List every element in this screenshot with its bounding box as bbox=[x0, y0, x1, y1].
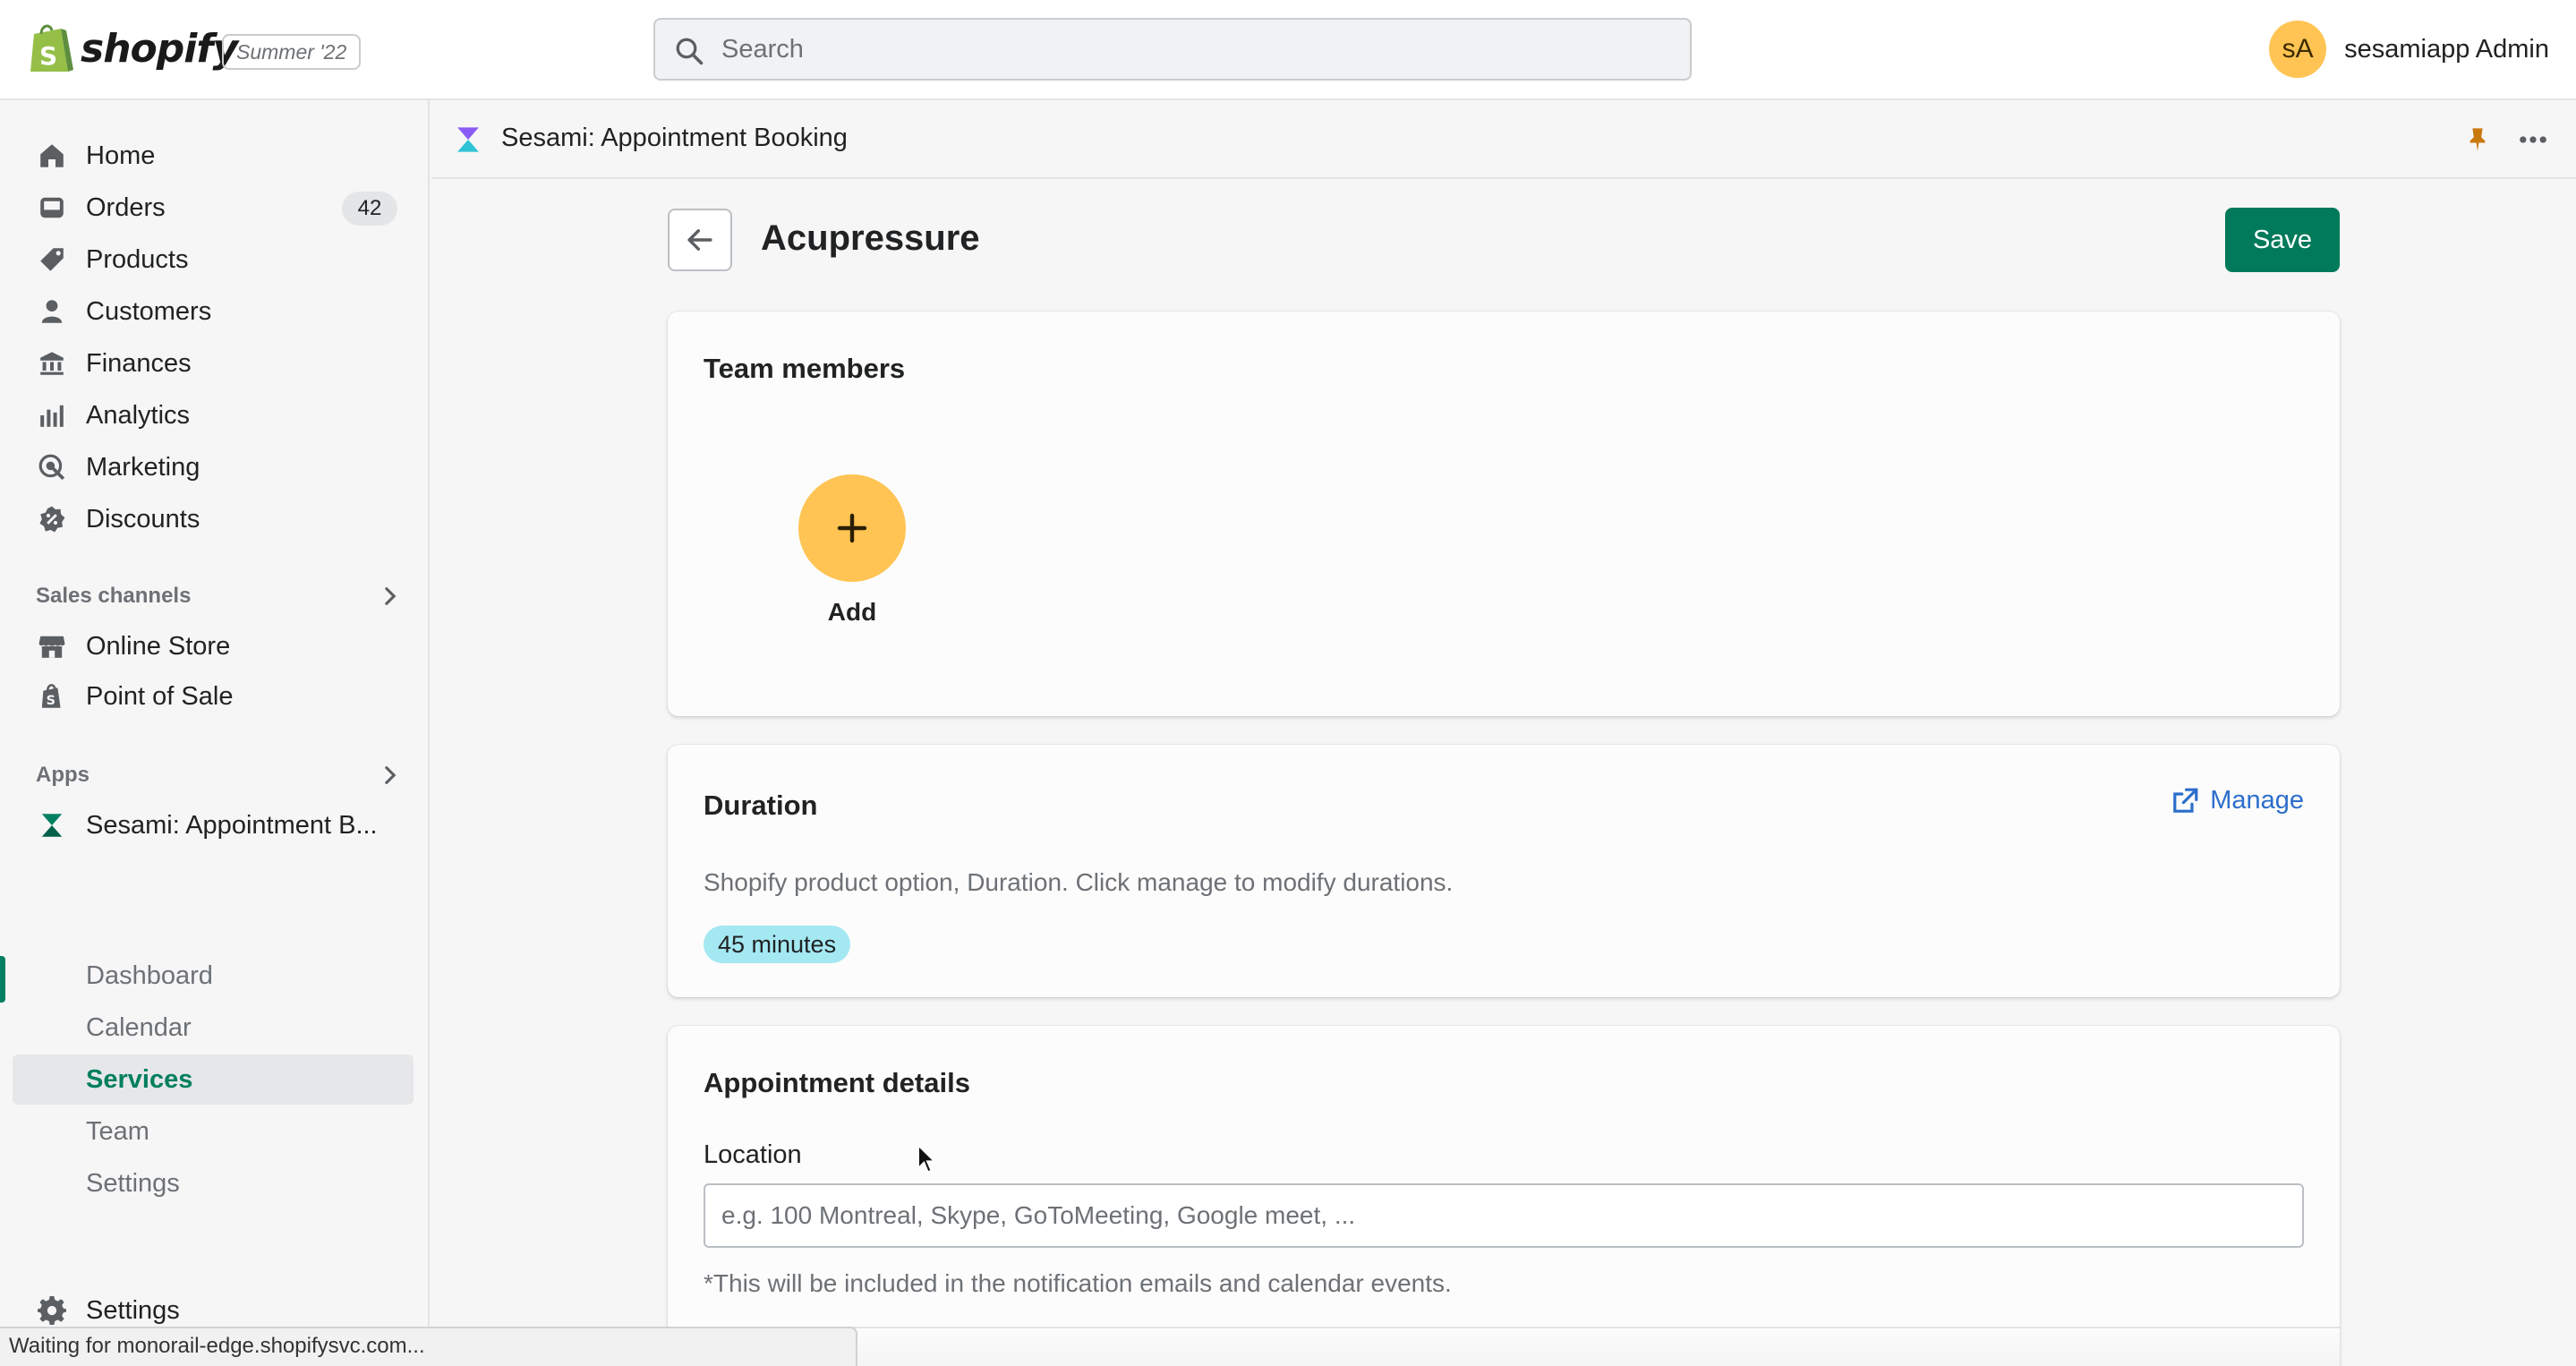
sidebar-sub-services[interactable]: Services bbox=[13, 1054, 414, 1105]
sidebar-sub-team[interactable]: Team bbox=[13, 1106, 414, 1157]
search-bar[interactable] bbox=[653, 18, 1692, 81]
arrow-left-icon bbox=[687, 229, 712, 251]
gear-icon bbox=[36, 1294, 68, 1327]
avatar[interactable]: sA bbox=[2269, 21, 2327, 78]
target-icon bbox=[36, 451, 68, 483]
sidebar-item-analytics[interactable]: Analytics bbox=[36, 392, 403, 439]
appointment-details-card: Appointment details Location *This will … bbox=[668, 1026, 2340, 1366]
sesami-hourglass-icon bbox=[36, 809, 68, 841]
manage-link[interactable]: Manage bbox=[2171, 786, 2304, 815]
external-link-icon bbox=[2173, 788, 2198, 813]
svg-text:S: S bbox=[47, 694, 55, 708]
location-input[interactable] bbox=[704, 1183, 2304, 1248]
sidebar-item-home[interactable]: Home bbox=[36, 132, 403, 179]
team-members-card: Team members Add bbox=[668, 312, 2340, 716]
sesami-hourglass-icon bbox=[453, 124, 483, 160]
chevron-right-icon bbox=[385, 766, 397, 784]
duration-tag: 45 minutes bbox=[704, 926, 851, 963]
appointment-details-title: Appointment details bbox=[704, 1067, 970, 1098]
user-name[interactable]: sesamiapp Admin bbox=[2344, 35, 2549, 64]
sidebar-item-point-of-sale[interactable]: S Point of Sale bbox=[36, 673, 403, 720]
location-label: Location bbox=[704, 1140, 802, 1169]
bar-chart-icon bbox=[36, 399, 68, 431]
sidebar-sub-dashboard[interactable]: Dashboard bbox=[13, 951, 414, 1001]
duration-title: Duration bbox=[704, 790, 818, 821]
page-title: Acupressure bbox=[761, 218, 980, 258]
pin-icon[interactable] bbox=[2465, 125, 2490, 158]
orders-icon bbox=[36, 192, 68, 224]
shopify-logo[interactable]: S shopify bbox=[27, 21, 238, 75]
shopify-bag-icon: S bbox=[27, 21, 73, 75]
shopify-wordmark: shopify bbox=[81, 25, 238, 72]
chevron-right-icon bbox=[385, 587, 397, 605]
sidebar-item-customers[interactable]: Customers bbox=[36, 288, 403, 335]
user-menu[interactable]: sA sesamiapp Admin bbox=[2269, 21, 2549, 78]
sidebar-item-online-store[interactable]: Online Store bbox=[36, 623, 403, 670]
duration-description: Shopify product option, Duration. Click … bbox=[704, 868, 1454, 896]
sidebar-item-orders[interactable]: Orders 42 bbox=[36, 184, 403, 231]
svg-text:S: S bbox=[39, 41, 57, 71]
sidebar: Home Orders 42 Products Customers Financ… bbox=[0, 100, 430, 1366]
pos-bag-icon: S bbox=[36, 680, 68, 713]
discount-icon bbox=[36, 503, 68, 535]
add-team-member-button[interactable] bbox=[798, 474, 906, 582]
sidebar-sub-calendar[interactable]: Calendar bbox=[13, 1003, 414, 1053]
sidebar-item-sesami-app[interactable]: Sesami: Appointment B... bbox=[36, 802, 403, 849]
person-icon bbox=[36, 295, 68, 328]
search-icon bbox=[676, 38, 704, 65]
sidebar-item-products[interactable]: Products bbox=[36, 236, 403, 283]
plus-icon bbox=[837, 513, 867, 543]
home-icon bbox=[36, 140, 68, 172]
add-label[interactable]: Add bbox=[798, 598, 906, 627]
sidebar-item-marketing[interactable]: Marketing bbox=[36, 444, 403, 491]
sidebar-item-finances[interactable]: Finances bbox=[36, 340, 403, 387]
sidebar-sub-settings[interactable]: Settings bbox=[13, 1158, 414, 1208]
duration-card: Duration Manage Shopify product option, … bbox=[668, 745, 2340, 997]
store-icon bbox=[36, 630, 68, 662]
sales-channels-header[interactable]: Sales channels bbox=[36, 578, 403, 614]
save-button[interactable]: Save bbox=[2225, 208, 2340, 272]
orders-count-badge: 42 bbox=[342, 192, 397, 226]
app-header-title: Sesami: Appointment Booking bbox=[501, 124, 848, 152]
back-button[interactable] bbox=[668, 209, 732, 271]
edition-badge[interactable]: Summer '22 bbox=[222, 34, 362, 70]
browser-status-bar: Waiting for monorail-edge.shopifysvc.com… bbox=[0, 1327, 857, 1366]
active-indicator bbox=[0, 956, 5, 1003]
apps-header[interactable]: Apps bbox=[36, 757, 403, 793]
more-horizontal-icon[interactable] bbox=[2517, 127, 2549, 157]
team-members-title: Team members bbox=[704, 353, 906, 384]
bank-icon bbox=[36, 347, 68, 380]
mouse-cursor-icon bbox=[917, 1144, 936, 1174]
top-bar: S shopify Summer '22 sA sesamiapp Admin bbox=[0, 0, 2576, 100]
app-header: Sesami: Appointment Booking bbox=[431, 100, 2576, 179]
card-footer-edge bbox=[668, 1327, 2340, 1366]
search-input[interactable] bbox=[721, 20, 1670, 79]
location-help-text: *This will be included in the notificati… bbox=[704, 1269, 1452, 1297]
sidebar-item-discounts[interactable]: Discounts bbox=[36, 496, 403, 542]
tag-icon bbox=[36, 243, 68, 276]
